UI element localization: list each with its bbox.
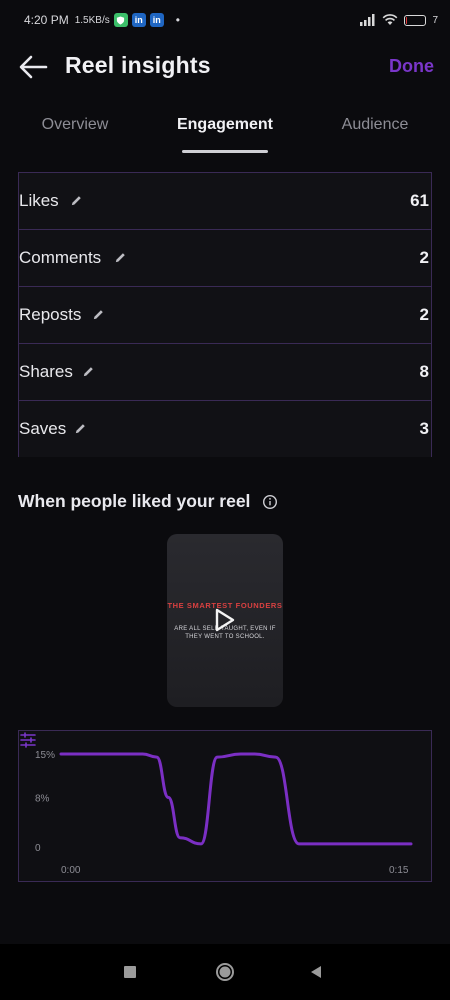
back-triangle-icon[interactable] [309,965,323,979]
metric-value: 2 [419,248,429,267]
y-tick-label: 15% [35,750,55,761]
x-tick-label: 0:15 [389,865,409,876]
tab-audience[interactable]: Audience [315,116,435,134]
active-tab-indicator [182,150,268,153]
metric-row-likes[interactable]: Likes 61 [19,173,431,230]
metric-label: Reposts [19,305,82,324]
linkedin-icon: in [131,13,146,27]
tab-engagement[interactable]: Engagement [165,116,285,134]
pencil-icon[interactable] [70,194,83,207]
pencil-icon[interactable] [82,365,95,378]
pencil-icon[interactable] [114,251,127,264]
recents-icon[interactable] [124,966,136,978]
metric-row-shares[interactable]: Shares 8 [19,344,431,401]
metric-row-comments[interactable]: Comments 2 [19,230,431,287]
pencil-icon[interactable] [92,308,105,321]
likes-timeline-chart: 15% 8% 0 0:00 0:15 [18,730,432,882]
y-tick-label: 0 [35,843,41,854]
battery-level [406,16,408,24]
tab-overview[interactable]: Overview [15,116,135,134]
info-icon[interactable] [262,494,278,510]
play-icon[interactable] [214,608,236,632]
metric-label: Comments [19,248,102,267]
metric-value: 2 [419,305,429,324]
back-arrow-icon[interactable] [18,54,48,80]
metric-label: Likes [19,191,59,210]
metric-label: Shares [19,362,73,381]
notification-dot-icon: • [175,13,180,27]
system-nav-bar [0,944,450,1000]
wifi-icon [383,14,398,25]
status-bar: 4:20 PM 1.5KB/s in in • 7 [0,0,450,40]
app-header: Reel insights Done [0,40,450,96]
done-button[interactable]: Done [389,56,434,77]
battery-percent: 7 [432,14,438,26]
metric-value: 8 [419,362,429,381]
page-title: Reel insights [65,52,211,78]
likes-section-title: When people liked your reel [18,491,251,511]
y-tick-label: 8% [35,793,50,804]
tab-bar: Overview Engagement Audience [0,100,450,156]
likes-series-line [59,752,413,846]
metric-value: 61 [410,191,429,210]
home-icon[interactable] [215,962,235,982]
metric-row-saves[interactable]: Saves 3 [19,401,431,458]
status-time: 4:20 PM [24,13,69,27]
likes-timeline-svg: 15% 8% 0 0:00 0:15 [35,750,413,876]
shield-icon [113,13,128,27]
signal-icon [360,14,375,26]
linkedin-icon: in [149,13,164,27]
metric-value: 3 [419,419,429,438]
x-tick-label: 0:00 [61,865,81,876]
network-speed: 1.5KB/s [74,14,110,26]
engagement-metrics: Likes 61 Comments 2 Reposts 2 Shares 8 S… [18,172,432,457]
metric-row-reposts[interactable]: Reposts 2 [19,287,431,344]
reel-preview[interactable]: THE SMARTEST FOUNDERS ARE ALL SELF-TAUGH… [167,534,283,707]
metric-label: Saves [19,419,67,438]
battery-icon [404,14,427,26]
filter-settings-icon[interactable] [19,731,37,749]
pencil-icon[interactable] [74,422,87,435]
